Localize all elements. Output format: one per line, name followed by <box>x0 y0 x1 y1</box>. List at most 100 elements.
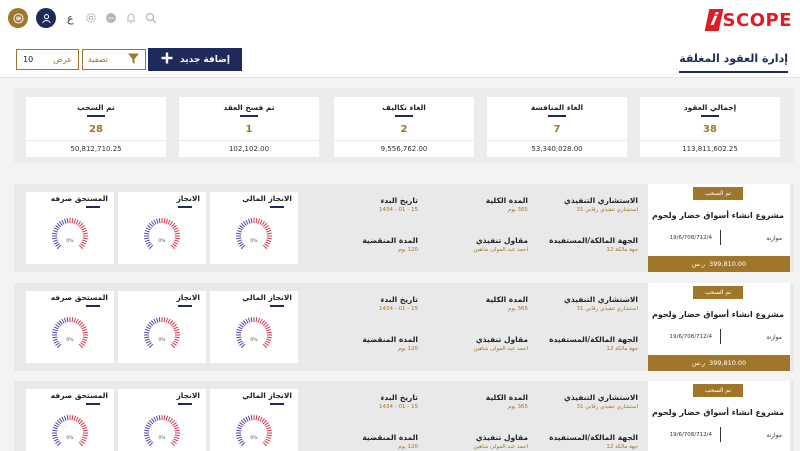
gauge-tick <box>151 221 155 226</box>
gauge-tick <box>173 326 179 330</box>
stat-card-withdrawn[interactable]: تم السحب 28 50,812,710.25 <box>26 97 166 157</box>
gauge-tick <box>155 218 159 224</box>
project-date: 19/6/708/712/4 <box>669 432 712 438</box>
gauge-dial <box>236 218 272 250</box>
stat-title: الغاء المنافسة <box>530 103 584 112</box>
user-icon[interactable] <box>36 8 56 28</box>
gauge-tick <box>144 328 150 332</box>
gauge-tick <box>174 429 180 432</box>
logo-i: i <box>704 9 723 31</box>
detail-label: المدة الكلية <box>485 295 528 304</box>
stat-count: 7 <box>553 123 561 135</box>
filter-button[interactable]: تصفية <box>82 49 146 70</box>
gauge-tick <box>173 424 179 428</box>
menu-icon[interactable] <box>8 8 28 28</box>
detail-label: الاستشاري التنفيذي <box>563 393 638 402</box>
stat-card-total[interactable]: إجمالي العقود 38 113,811,602.25 <box>640 97 780 157</box>
gauge-tick <box>147 324 152 328</box>
gauge-label: المستحق صرفه <box>50 194 108 203</box>
gauge-tick <box>240 441 246 447</box>
gauge-tick <box>236 429 242 432</box>
page-size-label: عرض <box>53 55 72 64</box>
stat-card-costs-cancelled[interactable]: الغاء تكاليف 2 9,556,762.00 <box>334 97 474 157</box>
gauge-tick <box>236 229 242 233</box>
stats-panel: إجمالي العقود 38 113,811,602.25 الغاء ال… <box>14 88 794 163</box>
gauge-label: الانجاز المالي <box>242 293 292 302</box>
gauge-underline <box>270 206 284 208</box>
detail-label: الجهة المالكة/المستفيدة <box>549 236 638 245</box>
divider <box>719 427 721 442</box>
detail-label: تاريخ البدء <box>380 196 418 205</box>
app-logo[interactable]: i SCOPE <box>704 8 792 32</box>
gauge-tick <box>61 416 65 422</box>
detail-value: 120 يوم <box>397 346 418 352</box>
project-name[interactable]: مشروع انشاء أسواق خضار ولحوم <box>652 310 784 319</box>
gauge-value: 0% <box>250 239 258 244</box>
detail-label: مقاول تنفيذي <box>475 433 528 442</box>
gauge-tick <box>147 422 152 426</box>
gauge-tick <box>262 343 268 349</box>
gauge-underline <box>86 305 100 307</box>
contract-card[interactable]: تم السحب مشروع انشاء أسواق خضار ولحوم مواز… <box>648 381 790 451</box>
language-toggle[interactable]: ع <box>64 12 77 25</box>
contract-details: الاستشاري التنفيذي استشاري تنفيذي رقابي 3… <box>308 381 638 451</box>
search-icon[interactable] <box>145 12 157 24</box>
gauge-tick <box>52 429 58 432</box>
gauge-tick <box>56 441 62 447</box>
gauge-tick <box>262 222 268 228</box>
gauge-tick <box>81 326 87 330</box>
gauge-label: الانجاز <box>176 391 200 400</box>
gauge-tick <box>61 318 65 324</box>
gauge-tick <box>78 343 84 349</box>
add-new-button[interactable]: إضافة جديد <box>148 48 242 71</box>
gauge-underline <box>178 305 192 307</box>
gauge-label: الانجاز <box>176 194 200 203</box>
gauge-tick <box>158 415 161 421</box>
detail-value: 365 يوم <box>507 404 528 410</box>
stat-card-competition-cancelled[interactable]: الغاء المنافسة 7 53,340,028.00 <box>487 97 627 157</box>
gauge-tick <box>264 243 269 247</box>
gauge-tick <box>59 418 63 423</box>
status-badge: تم السحب <box>693 384 743 397</box>
gauge-tick <box>75 416 79 422</box>
contract-card[interactable]: تم السحب مشروع انشاء أسواق خضار ولحوم مواز… <box>648 184 790 272</box>
gauge-value: 0% <box>250 436 258 441</box>
gauge-tick <box>148 321 154 327</box>
contract-row: تم السحب مشروع انشاء أسواق خضار ولحوم مواز… <box>14 283 794 371</box>
bell-icon[interactable] <box>125 12 137 24</box>
stat-card-terminated[interactable]: تم فسخ العقد 1 102,102.00 <box>179 97 319 157</box>
gauge-tick <box>172 324 177 328</box>
gauge-tick <box>174 229 180 233</box>
gauge-tick <box>264 342 269 346</box>
project-name[interactable]: مشروع انشاء أسواق خضار ولحوم <box>652 211 784 220</box>
page-size-select[interactable]: عرض 10 <box>16 49 79 70</box>
status-badge: تم السحب <box>693 187 743 200</box>
gauge-due: المستحق صرفه 0% <box>26 389 114 451</box>
gauge-tick <box>163 218 166 224</box>
stat-title: الغاء تكاليف <box>382 103 426 112</box>
project-date: 19/6/708/712/4 <box>669 235 712 241</box>
contract-details: الاستشاري التنفيذي استشاري تنفيذي رقابي 3… <box>308 283 638 371</box>
gauge-tick <box>82 232 88 235</box>
gauge-tick <box>52 426 58 430</box>
chat-icon[interactable] <box>105 12 117 24</box>
filter-icon <box>127 52 140 67</box>
project-name[interactable]: مشروع انشاء أسواق خضار ولحوم <box>652 408 784 417</box>
gauge-underline <box>270 305 284 307</box>
amount-bar: 399,810.00 ر.س <box>648 256 790 272</box>
gauge-label: المستحق صرفه <box>50 293 108 302</box>
gear-icon[interactable] <box>85 12 97 24</box>
top-bar: i SCOPE ع <box>0 0 800 40</box>
gauge-tick <box>247 218 251 224</box>
gauge-tick <box>165 218 169 224</box>
gauge-tick <box>247 415 251 421</box>
detail-label: الاستشاري التنفيذي <box>563 196 638 205</box>
detail-label: المدة المنقضية <box>362 236 418 245</box>
gauge-tick <box>167 219 171 225</box>
gauge-tick <box>239 225 244 229</box>
contract-card[interactable]: تم السحب مشروع انشاء أسواق خضار ولحوم مواز… <box>648 283 790 371</box>
gauge-tick <box>144 426 150 430</box>
gauge-tick <box>243 418 247 423</box>
gauge-value: 0% <box>66 338 74 343</box>
project-type: موازنة <box>766 432 782 439</box>
